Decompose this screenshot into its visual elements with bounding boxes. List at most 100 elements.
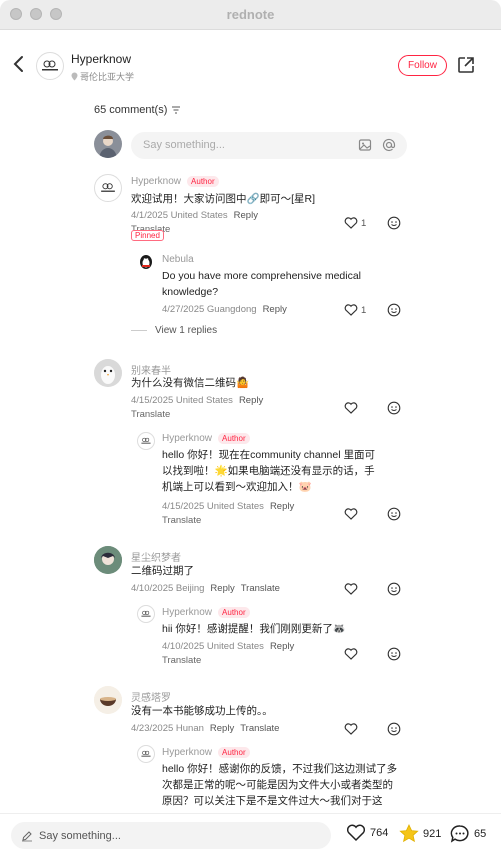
commenter-avatar[interactable]: [94, 359, 122, 387]
translate-button[interactable]: Translate: [241, 583, 280, 594]
like-count: 1: [361, 304, 367, 316]
replier-avatar[interactable]: [137, 432, 155, 450]
author-avatar[interactable]: [36, 52, 64, 80]
comments-count-text: 65 comment(s): [94, 104, 168, 116]
hyperknow-logo-icon: [42, 60, 58, 71]
like-button[interactable]: [344, 648, 358, 660]
follow-button[interactable]: Follow: [398, 55, 447, 76]
app-title: rednote: [226, 7, 275, 22]
reply-button[interactable]: Reply: [270, 641, 294, 652]
location-text: 哥伦比亚大学: [80, 72, 135, 82]
author-location: 哥伦比亚大学: [71, 70, 134, 83]
heart-icon: [344, 723, 358, 735]
reply-button[interactable]: Reply: [210, 583, 234, 594]
replier-avatar[interactable]: [137, 252, 155, 270]
heart-icon: [346, 824, 366, 842]
replier-avatar[interactable]: [137, 745, 155, 763]
bottom-bar: Say something... 764 921 65: [0, 813, 501, 859]
comment-bubble-icon: [450, 825, 469, 843]
commenter-name-text[interactable]: Hyperknow: [131, 176, 181, 187]
like-button[interactable]: [344, 508, 358, 520]
emoji-react-icon[interactable]: [387, 303, 401, 317]
emoji-react-icon[interactable]: [387, 216, 401, 230]
comment-text: 为什么没有微信二维码🤷: [131, 377, 250, 389]
replier-name[interactable]: Nebula: [162, 254, 194, 265]
comment-list: Hyperknow Author 欢迎试用！大家访问图中🔗即可～[星R] 4/1…: [0, 170, 501, 813]
replier-name-text[interactable]: Hyperknow: [162, 747, 212, 758]
note-collect-count: 921: [423, 827, 442, 840]
reply-button[interactable]: Reply: [210, 723, 234, 734]
minimize-window-button[interactable]: [30, 8, 42, 20]
anime-avatar-icon: [94, 546, 122, 574]
comment-date: 4/10/2025 Beijing: [131, 583, 205, 594]
bird-avatar-icon: [94, 359, 122, 387]
translate-button[interactable]: Translate: [162, 515, 201, 526]
translate-button[interactable]: Translate: [240, 723, 279, 734]
emoji-react-icon[interactable]: [387, 582, 401, 596]
replier-name[interactable]: Hyperknow Author: [162, 747, 250, 758]
author-name[interactable]: Hyperknow: [71, 52, 131, 66]
replier-name-text[interactable]: Hyperknow: [162, 607, 212, 618]
comments-count: 65 comment(s): [94, 104, 181, 116]
commenter-avatar[interactable]: [94, 546, 122, 574]
mention-icon[interactable]: [382, 138, 396, 152]
like-button[interactable]: 1: [344, 217, 366, 229]
reply-button[interactable]: Reply: [239, 395, 263, 406]
like-button[interactable]: [344, 583, 358, 595]
translate-button[interactable]: Translate: [131, 409, 170, 420]
comment-input[interactable]: Say something...: [131, 132, 407, 159]
hyperknow-logo-icon: [101, 183, 115, 192]
star-icon: [399, 824, 419, 843]
reply-button[interactable]: Reply: [234, 210, 258, 221]
note-like-button[interactable]: 764: [346, 824, 388, 842]
emoji-react-icon[interactable]: [387, 507, 401, 521]
replier-name-text[interactable]: Hyperknow: [162, 433, 212, 444]
reply-date: 4/27/2025 Guangdong: [162, 304, 257, 315]
heart-icon: [344, 304, 358, 316]
replier-name[interactable]: Hyperknow Author: [162, 607, 250, 618]
heart-icon: [344, 217, 358, 229]
reply-meta: 4/10/2025 United States Reply: [162, 641, 294, 652]
commenter-name[interactable]: 灵感塔罗: [131, 689, 171, 704]
reply-button[interactable]: Reply: [263, 304, 287, 315]
sort-icon[interactable]: [171, 106, 181, 114]
bottom-comment-input[interactable]: Say something...: [11, 822, 331, 849]
share-icon[interactable]: [457, 56, 475, 74]
zoom-window-button[interactable]: [50, 8, 62, 20]
note-like-count: 764: [370, 827, 389, 839]
note-comment-button[interactable]: 65: [450, 824, 486, 843]
bowl-avatar-icon: [94, 686, 122, 714]
reply-date: 4/10/2025 United States: [162, 641, 264, 652]
like-button[interactable]: [344, 723, 358, 735]
commenter-avatar[interactable]: [94, 174, 122, 202]
commenter-avatar[interactable]: [94, 686, 122, 714]
image-icon[interactable]: [358, 138, 372, 152]
comment-meta: 4/23/2025 Hunan Reply Translate: [131, 723, 279, 734]
comment-meta: 4/15/2025 United States Reply: [131, 395, 263, 406]
replier-avatar[interactable]: [137, 605, 155, 623]
view-replies-link[interactable]: View 1 replies: [131, 325, 217, 336]
note-collect-button[interactable]: 921: [399, 824, 441, 843]
emoji-react-icon[interactable]: [387, 647, 401, 661]
emoji-react-icon[interactable]: [387, 401, 401, 415]
like-button[interactable]: [344, 402, 358, 414]
close-window-button[interactable]: [10, 8, 22, 20]
commenter-name[interactable]: 星尘织梦者: [131, 549, 181, 564]
translate-button[interactable]: Translate: [162, 655, 201, 666]
comment-text: 没有一本书能够成功上传的。。: [131, 705, 273, 717]
view-replies-text[interactable]: View 1 replies: [155, 325, 217, 336]
note-header: Hyperknow 哥伦比亚大学 Follow: [0, 30, 501, 102]
like-button[interactable]: 1: [344, 304, 366, 316]
commenter-name[interactable]: Hyperknow Author: [131, 176, 219, 187]
replier-name[interactable]: Hyperknow Author: [162, 433, 250, 444]
like-count: 1: [361, 217, 367, 229]
reply-date: 4/15/2025 United States: [162, 501, 264, 512]
reply-text: hello 你好！感谢你的反馈，不过我们这边测试了多次都是正常的呢～可能是因为文…: [162, 763, 398, 807]
comment-input-placeholder: Say something...: [143, 139, 225, 151]
hyperknow-logo-icon: [141, 437, 151, 444]
current-user-avatar: [94, 130, 122, 158]
hyperknow-logo-icon: [141, 610, 151, 617]
emoji-react-icon[interactable]: [387, 722, 401, 736]
back-arrow-icon[interactable]: [12, 54, 26, 74]
reply-button[interactable]: Reply: [270, 501, 294, 512]
